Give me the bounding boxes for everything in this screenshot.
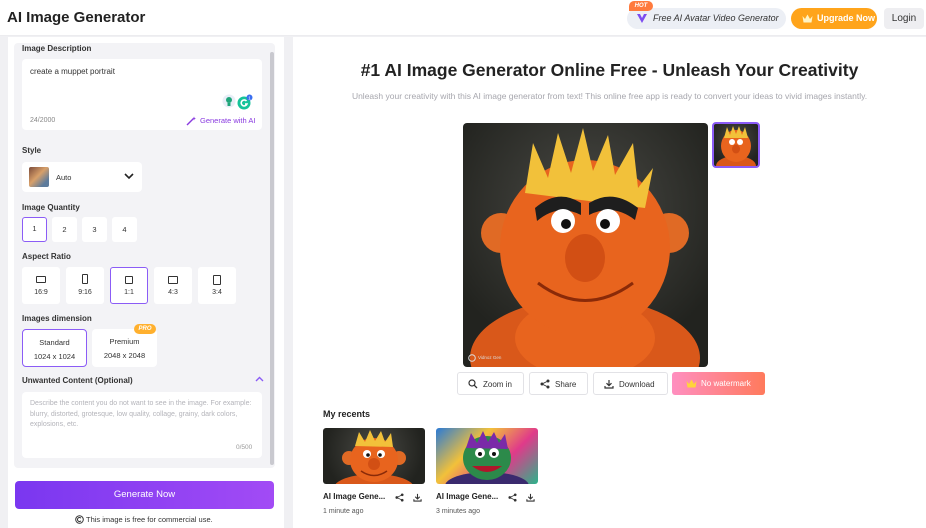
download-icon[interactable] — [526, 493, 535, 502]
zoom-icon — [468, 379, 478, 389]
no-watermark-label: No watermark — [701, 379, 751, 388]
quantity-option-4[interactable]: 4 — [112, 217, 137, 242]
dimension-label: Images dimension — [22, 314, 92, 323]
share-icon[interactable] — [395, 493, 404, 502]
aspect-label-1-1: 1:1 — [124, 289, 134, 296]
thumbnail-selected[interactable] — [712, 122, 760, 168]
aspect-option-9-16[interactable]: 9:16 — [66, 267, 104, 304]
app-logo[interactable]: AI Image Generator — [7, 9, 145, 26]
dimension-standard-name: Standard — [39, 338, 70, 347]
watermark-logo-icon — [468, 354, 476, 362]
generated-image-muppet[interactable] — [463, 123, 708, 367]
style-label: Style — [22, 146, 42, 155]
upgrade-now-button[interactable]: Upgrade Now — [791, 8, 877, 29]
share-icon[interactable] — [508, 493, 517, 502]
recent-time-2: 3 minutes ago — [436, 508, 480, 515]
style-thumbnail — [29, 167, 49, 187]
quantity-option-2[interactable]: 2 — [52, 217, 77, 242]
no-watermark-button[interactable]: No watermark — [672, 372, 765, 395]
description-char-count: 24/2000 — [30, 117, 56, 124]
unwanted-content-placeholder: Describe the content you do not want to … — [30, 400, 252, 428]
aspect-ratio-label: Aspect Ratio — [22, 252, 71, 261]
generate-with-ai-label: Generate with AI — [200, 116, 256, 125]
aspect-option-1-1[interactable]: 1:1 — [110, 267, 148, 304]
portrait-shape-icon — [213, 275, 221, 285]
recent-time-1: 1 minute ago — [323, 508, 364, 515]
generate-now-button[interactable]: Generate Now — [15, 481, 274, 509]
aspect-option-3-4[interactable]: 3:4 — [198, 267, 236, 304]
aspect-label-16-9: 16:9 — [34, 289, 48, 296]
share-label: Share — [555, 380, 577, 389]
aspect-label-4-3: 4:3 — [168, 289, 178, 296]
magic-wand-icon — [186, 116, 197, 126]
recent-title-2[interactable]: AI Image Gene... — [436, 492, 498, 501]
quantity-option-3[interactable]: 3 — [82, 217, 107, 242]
recent-image-2[interactable] — [436, 428, 538, 484]
unwanted-content-label: Unwanted Content (Optional) — [22, 376, 133, 385]
description-value[interactable]: create a muppet portrait — [30, 67, 115, 76]
share-button[interactable]: Share — [529, 372, 588, 395]
download-icon[interactable] — [413, 493, 422, 502]
download-icon — [604, 379, 614, 389]
description-label: Image Description — [22, 44, 92, 53]
portrait-shape-icon — [82, 274, 88, 284]
watermark-text: Vidnoz Gen — [478, 355, 502, 360]
dimension-premium-size: 2048 x 2048 — [103, 351, 146, 360]
aspect-option-4-3[interactable]: 4:3 — [154, 267, 192, 304]
pro-badge: PRO — [134, 324, 156, 334]
commercial-use-label: This image is free for commercial use. — [86, 515, 213, 524]
copyright-icon — [75, 515, 84, 524]
recent-title-1[interactable]: AI Image Gene... — [323, 492, 385, 501]
chevron-up-icon[interactable] — [255, 376, 264, 382]
dimension-standard[interactable]: Standard 1024 x 1024 — [22, 329, 87, 367]
recents-heading: My recents — [323, 409, 371, 419]
crown-icon — [686, 379, 697, 388]
zoom-in-label: Zoom in — [483, 380, 512, 389]
quantity-option-1[interactable]: 1 — [22, 217, 47, 242]
square-shape-icon — [125, 276, 133, 284]
aspect-option-16-9[interactable]: 16:9 — [22, 267, 60, 304]
recent-image-1[interactable] — [323, 428, 425, 484]
avatar-logo-icon — [636, 12, 648, 24]
unwanted-char-count: 0/500 — [236, 444, 253, 451]
aspect-label-3-4: 3:4 — [212, 289, 222, 296]
dimension-standard-size: 1024 x 1024 — [33, 352, 76, 361]
avatar-video-label: Free AI Avatar Video Generator — [653, 13, 779, 23]
download-button[interactable]: Download — [593, 372, 668, 395]
grammarly-icon[interactable]: 1 — [237, 94, 253, 110]
landscape-shape-icon — [36, 276, 46, 283]
dimension-premium[interactable]: Premium 2048 x 2048 — [92, 329, 157, 367]
panel-scrollbar[interactable] — [270, 52, 274, 465]
crown-icon — [802, 14, 813, 23]
aspect-label-9-16: 9:16 — [78, 289, 92, 296]
assistant-icon[interactable] — [222, 94, 236, 108]
hot-badge: HOT — [629, 1, 653, 11]
style-selected-value: Auto — [56, 173, 72, 182]
landscape-shape-icon — [168, 276, 178, 284]
zoom-in-button[interactable]: Zoom in — [457, 372, 524, 395]
page-title: #1 AI Image Generator Online Free - Unle… — [360, 60, 859, 80]
upgrade-label: Upgrade Now — [817, 13, 876, 23]
download-label: Download — [619, 380, 655, 389]
chevron-down-icon — [124, 173, 134, 180]
page-subtitle: Unleash your creativity with this AI ima… — [351, 91, 868, 101]
dimension-premium-name: Premium — [109, 337, 140, 346]
share-icon — [540, 379, 550, 389]
avatar-video-generator-button[interactable]: Free AI Avatar Video Generator — [627, 8, 786, 29]
login-button[interactable]: Login — [884, 8, 924, 29]
quantity-label: Image Quantity — [22, 203, 80, 212]
